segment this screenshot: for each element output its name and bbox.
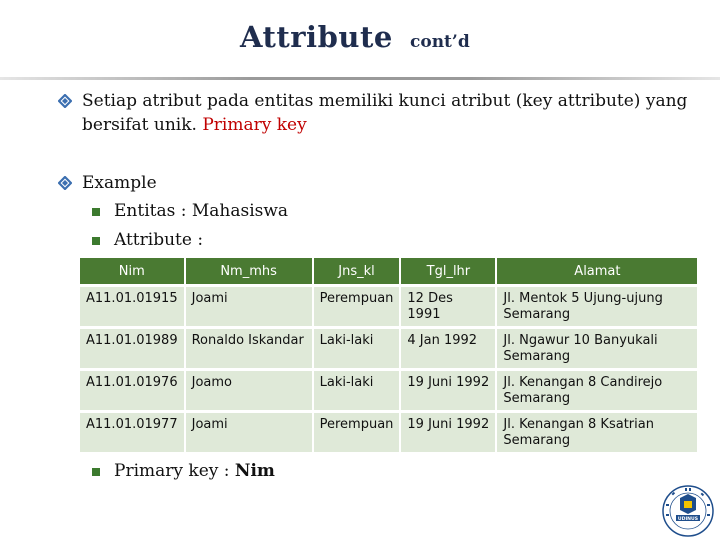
primary-key-value: Nim: [234, 461, 275, 481]
page-subtitle: cont’d: [410, 32, 470, 52]
table-row: A11.01.01977 Joami Perempuan 19 Juni 199…: [80, 410, 700, 452]
table-cell: 12 Des 1991: [400, 284, 498, 328]
table-cell: Laki-laki: [312, 326, 402, 370]
table-row: A11.01.01989 Ronaldo Iskandar Laki-laki …: [80, 326, 700, 370]
table-cell: Perempuan: [312, 284, 402, 328]
table-cell: Jl. Kenangan 8 Candirejo Semarang: [496, 368, 700, 412]
table-cell: Jl. Ngawur 10 Banyukali Semarang: [496, 326, 700, 370]
column-header-alamat: Alamat: [496, 258, 700, 286]
primary-key-label: Primary key :: [114, 461, 235, 481]
table-cell: A11.01.01989: [80, 326, 186, 370]
bullet-text-line1: Setiap atribut pada entitas memiliki kun…: [82, 91, 688, 111]
bullet-text-line2: bersifat unik.: [82, 115, 203, 135]
table-cell: Laki-laki: [312, 368, 402, 412]
table-cell: Joamo: [184, 368, 314, 412]
diamond-bullet-icon: [58, 94, 72, 108]
table-cell: Joami: [184, 410, 314, 452]
bullet-text: Example: [82, 173, 157, 193]
table-cell: Perempuan: [312, 410, 402, 452]
attribute-table: Nim Nm_mhs Jns_kl Tgl_lhr Alamat A11.01.…: [80, 258, 700, 452]
university-logo-icon: UDINUS: [662, 485, 714, 537]
primary-key-highlight: Primary key: [202, 115, 307, 135]
title-divider: [0, 77, 720, 80]
logo-wordmark: UDINUS: [678, 516, 698, 522]
column-header-jns-kl: Jns_kl: [312, 258, 402, 286]
table-cell: A11.01.01915: [80, 284, 186, 328]
table-cell: 4 Jan 1992: [400, 326, 498, 370]
sub-bullet-text: Attribute :: [114, 230, 204, 250]
page-title: Attribute: [240, 20, 393, 54]
square-bullet-icon: [92, 208, 100, 216]
square-bullet-icon: [92, 468, 100, 476]
table-cell: A11.01.01977: [80, 410, 186, 452]
square-bullet-icon: [92, 237, 100, 245]
table-cell: Jl. Kenangan 8 Ksatrian Semarang: [496, 410, 700, 452]
table-cell: A11.01.01976: [80, 368, 186, 412]
table-cell: Joami: [184, 284, 314, 328]
table-cell: 19 Juni 1992: [400, 368, 498, 412]
table-row: A11.01.01976 Joamo Laki-laki 19 Juni 199…: [80, 368, 700, 412]
column-header-nm-mhs: Nm_mhs: [184, 258, 314, 286]
table-row: A11.01.01915 Joami Perempuan 12 Des 1991…: [80, 284, 700, 328]
table-cell: Ronaldo Iskandar: [184, 326, 314, 370]
column-header-tgl-lhr: Tgl_lhr: [400, 258, 498, 286]
sub-bullet-text: Entitas : Mahasiswa: [114, 201, 289, 221]
diamond-bullet-icon: [58, 176, 72, 190]
column-header-nim: Nim: [80, 258, 186, 286]
table-cell: 19 Juni 1992: [400, 410, 498, 452]
table-cell: Jl. Mentok 5 Ujung-ujung Semarang: [496, 284, 700, 328]
table-header-row: Nim Nm_mhs Jns_kl Tgl_lhr Alamat: [80, 258, 700, 286]
